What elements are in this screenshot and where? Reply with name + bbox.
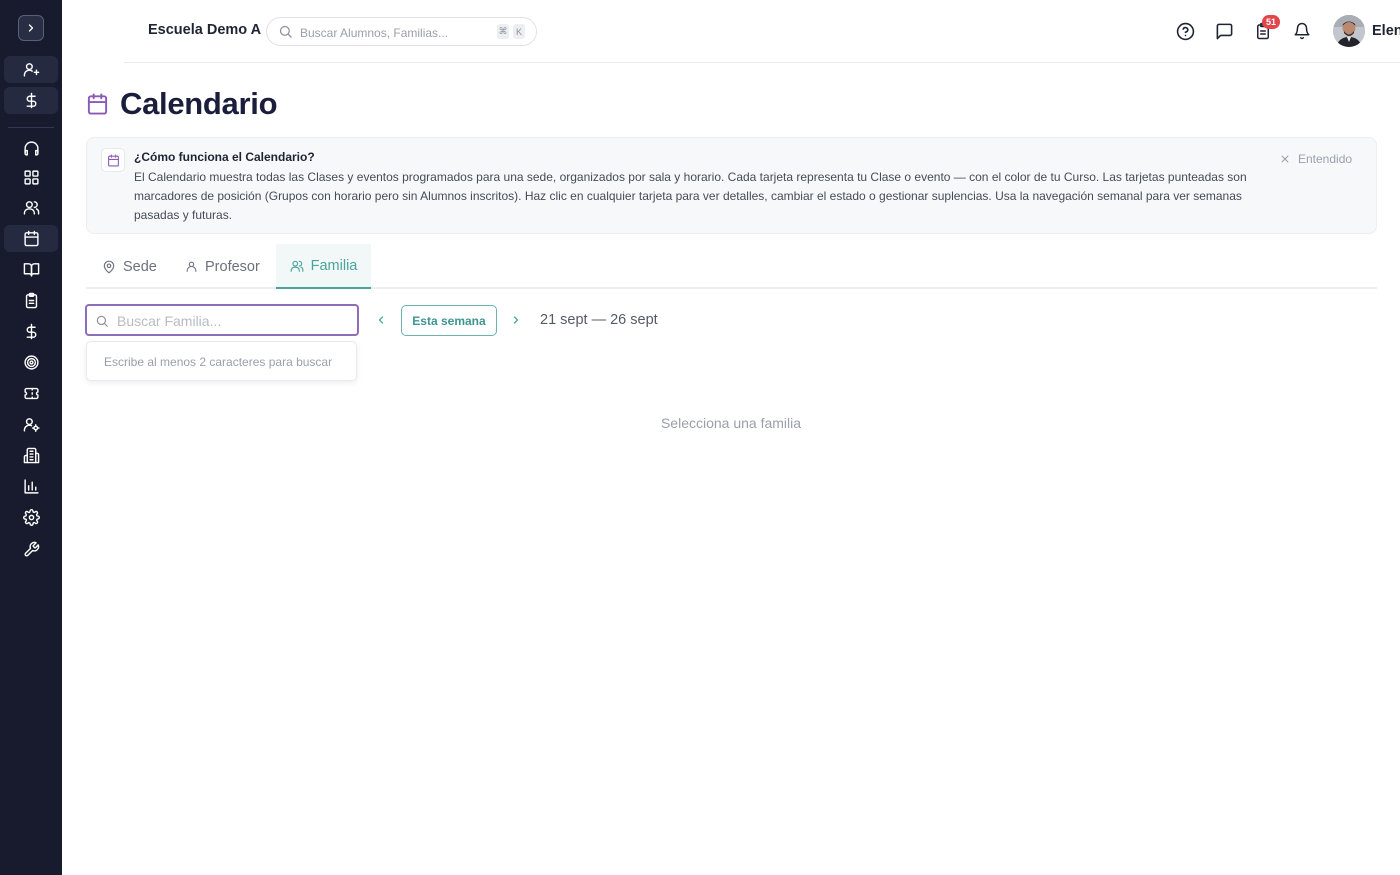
- gear-icon: [22, 509, 40, 526]
- family-search-field[interactable]: [85, 304, 359, 336]
- tab-sede[interactable]: Sede: [102, 244, 157, 289]
- bell-icon: [1294, 22, 1310, 40]
- global-search[interactable]: Buscar Alumnos, Familias... ⌘ K: [266, 17, 537, 46]
- top-bar: Escuela Demo A Buscar Alumnos, Familias.…: [124, 0, 1400, 63]
- dollar-icon: [26, 323, 36, 340]
- page-title: Calendario: [120, 86, 278, 121]
- chevron-right-icon: [513, 316, 519, 324]
- chevron-left-icon: [378, 316, 384, 324]
- family-search-dropdown: Escribe al menos 2 caracteres para busca…: [86, 341, 357, 381]
- map-pin-icon: [103, 260, 115, 273]
- building-icon: [23, 447, 39, 464]
- tasks-badge: 51: [1262, 15, 1280, 29]
- info-calendar-badge: [101, 148, 125, 172]
- calendar-icon: [23, 230, 39, 247]
- search-hint: Escribe al menos 2 caracteres para busca…: [104, 355, 333, 369]
- sidebar-divider: [8, 127, 54, 128]
- sidebar-item-tickets[interactable]: [4, 380, 58, 407]
- messages-button[interactable]: [1213, 20, 1235, 42]
- user-icon: [186, 261, 197, 272]
- chevron-right-icon: [28, 24, 34, 32]
- school-name[interactable]: Escuela Demo A: [148, 22, 261, 38]
- sidebar-item-settings[interactable]: [4, 504, 58, 531]
- sidebar-item-attendance[interactable]: [4, 287, 58, 314]
- dashboard-grid-icon: [23, 170, 39, 185]
- info-body: El Calendario muestra todas las Clases y…: [134, 170, 1247, 222]
- bar-chart-icon: [23, 479, 39, 494]
- tab-sede-label: Sede: [123, 258, 157, 275]
- sidebar: [0, 0, 62, 875]
- global-search-placeholder: Buscar Alumnos, Familias...: [300, 26, 449, 40]
- this-week-button[interactable]: Esta semana: [401, 305, 497, 336]
- sidebar-item-support[interactable]: [4, 135, 58, 162]
- sidebar-item-staff[interactable]: [4, 411, 58, 438]
- sidebar-item-dashboard[interactable]: [4, 164, 58, 191]
- tab-profesor-label: Profesor: [205, 258, 260, 275]
- info-banner: ¿Cómo funciona el Calendario? El Calenda…: [86, 137, 1377, 234]
- message-square-icon: [1216, 23, 1232, 39]
- main-area: Escuela Demo A Buscar Alumnos, Familias.…: [62, 0, 1400, 875]
- sidebar-item-add-student[interactable]: [4, 56, 58, 83]
- week-date-range: 21 sept — 26 sept: [540, 312, 658, 328]
- user-plus-icon: [23, 63, 39, 77]
- clipboard-icon: [25, 292, 37, 309]
- sidebar-item-reports[interactable]: [4, 473, 58, 500]
- search-icon: [96, 315, 108, 327]
- dismiss-button[interactable]: Entendido: [1280, 152, 1352, 166]
- notifications-button[interactable]: [1291, 20, 1313, 42]
- previous-week-button[interactable]: [372, 311, 390, 329]
- user-settings-icon: [23, 418, 40, 432]
- user-name[interactable]: Elena: [1372, 23, 1400, 39]
- shortcut-key-k: K: [513, 24, 525, 39]
- ticket-icon: [23, 387, 39, 400]
- search-icon: [279, 25, 292, 38]
- sidebar-item-courses[interactable]: [4, 256, 58, 283]
- wrench-icon: [23, 541, 39, 557]
- info-title: ¿Cómo funciona el Calendario?: [134, 150, 315, 164]
- shortcut-key-cmd: ⌘: [497, 24, 509, 39]
- help-circle-icon: [1176, 22, 1194, 40]
- view-tabs: Sede Profesor Familia: [86, 244, 1377, 289]
- help-button[interactable]: [1174, 20, 1196, 42]
- user-photo: [1333, 15, 1365, 47]
- tab-familia[interactable]: Familia: [276, 244, 371, 289]
- sidebar-item-payments[interactable]: [4, 318, 58, 345]
- sidebar-item-locations[interactable]: [4, 442, 58, 469]
- dismiss-label: Entendido: [1298, 152, 1353, 166]
- headset-icon: [23, 141, 39, 156]
- tab-profesor[interactable]: Profesor: [185, 244, 260, 289]
- close-icon: [1281, 155, 1289, 163]
- sidebar-item-calendar[interactable]: [4, 225, 58, 252]
- sidebar-item-tools[interactable]: [4, 536, 58, 563]
- avatar[interactable]: [1333, 15, 1365, 47]
- users-icon: [290, 260, 304, 272]
- next-week-button[interactable]: [507, 311, 525, 329]
- sidebar-expand-button[interactable]: [18, 15, 44, 41]
- book-open-icon: [23, 263, 39, 277]
- dollar-icon: [26, 92, 36, 109]
- sidebar-item-students[interactable]: [4, 194, 58, 221]
- calendar-icon: [107, 154, 119, 166]
- sidebar-item-goals[interactable]: [4, 349, 58, 376]
- calendar-icon: [87, 93, 108, 115]
- users-icon: [23, 201, 39, 215]
- target-icon: [23, 355, 39, 370]
- tab-familia-label: Familia: [310, 257, 358, 274]
- family-search-input[interactable]: [117, 311, 347, 331]
- sidebar-item-billing-quick[interactable]: [4, 87, 58, 114]
